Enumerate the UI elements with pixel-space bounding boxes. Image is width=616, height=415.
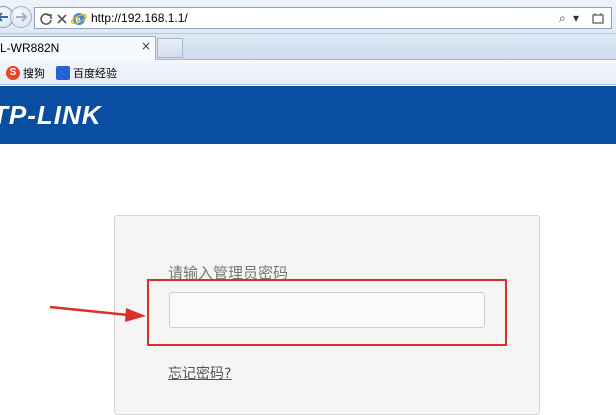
compatibility-view-icon[interactable]	[591, 11, 605, 30]
dropdown-icon[interactable]: ▾	[573, 11, 579, 25]
ie-page-icon: e	[70, 11, 88, 31]
baidu-paw-icon: 🐾	[56, 65, 70, 80]
tab-bar: L-WR882N ×	[0, 34, 616, 60]
refresh-icon[interactable]	[39, 11, 53, 30]
router-header: TP-LINK	[0, 86, 616, 144]
favorite-label: 百度经验	[73, 66, 117, 80]
url-field[interactable]: e http://192.168.1.1/ ⌕ ▾	[34, 7, 612, 29]
favorite-baidu-jingyan[interactable]: 🐾 百度经验	[56, 64, 117, 81]
close-tab-icon[interactable]: ×	[141, 39, 151, 53]
url-text[interactable]: http://192.168.1.1/	[91, 11, 188, 25]
tab-router[interactable]: L-WR882N ×	[0, 36, 156, 60]
tp-link-logo: TP-LINK	[0, 100, 102, 130]
svg-text:e: e	[76, 15, 81, 25]
search-icon[interactable]: ⌕	[559, 11, 566, 26]
sogou-icon: S	[6, 65, 20, 80]
admin-password-input[interactable]	[169, 292, 485, 328]
forward-arrow-icon	[16, 12, 28, 22]
address-bar: e http://192.168.1.1/ ⌕ ▾	[0, 0, 616, 34]
back-arrow-icon	[0, 12, 8, 22]
forgot-password-link[interactable]: 忘记密码?	[168, 363, 231, 383]
favorites-bar: S 搜狗 🐾 百度经验	[0, 60, 616, 85]
stop-icon[interactable]	[55, 11, 69, 30]
pointer-arrow-icon	[49, 305, 146, 322]
tab-title: L-WR882N	[0, 41, 60, 55]
new-tab-button[interactable]	[157, 38, 183, 58]
password-prompt: 请输入管理员密码	[168, 264, 289, 282]
forward-button[interactable]	[10, 6, 32, 28]
favorite-sogou[interactable]: S 搜狗	[6, 64, 45, 81]
favorite-label: 搜狗	[23, 66, 45, 80]
